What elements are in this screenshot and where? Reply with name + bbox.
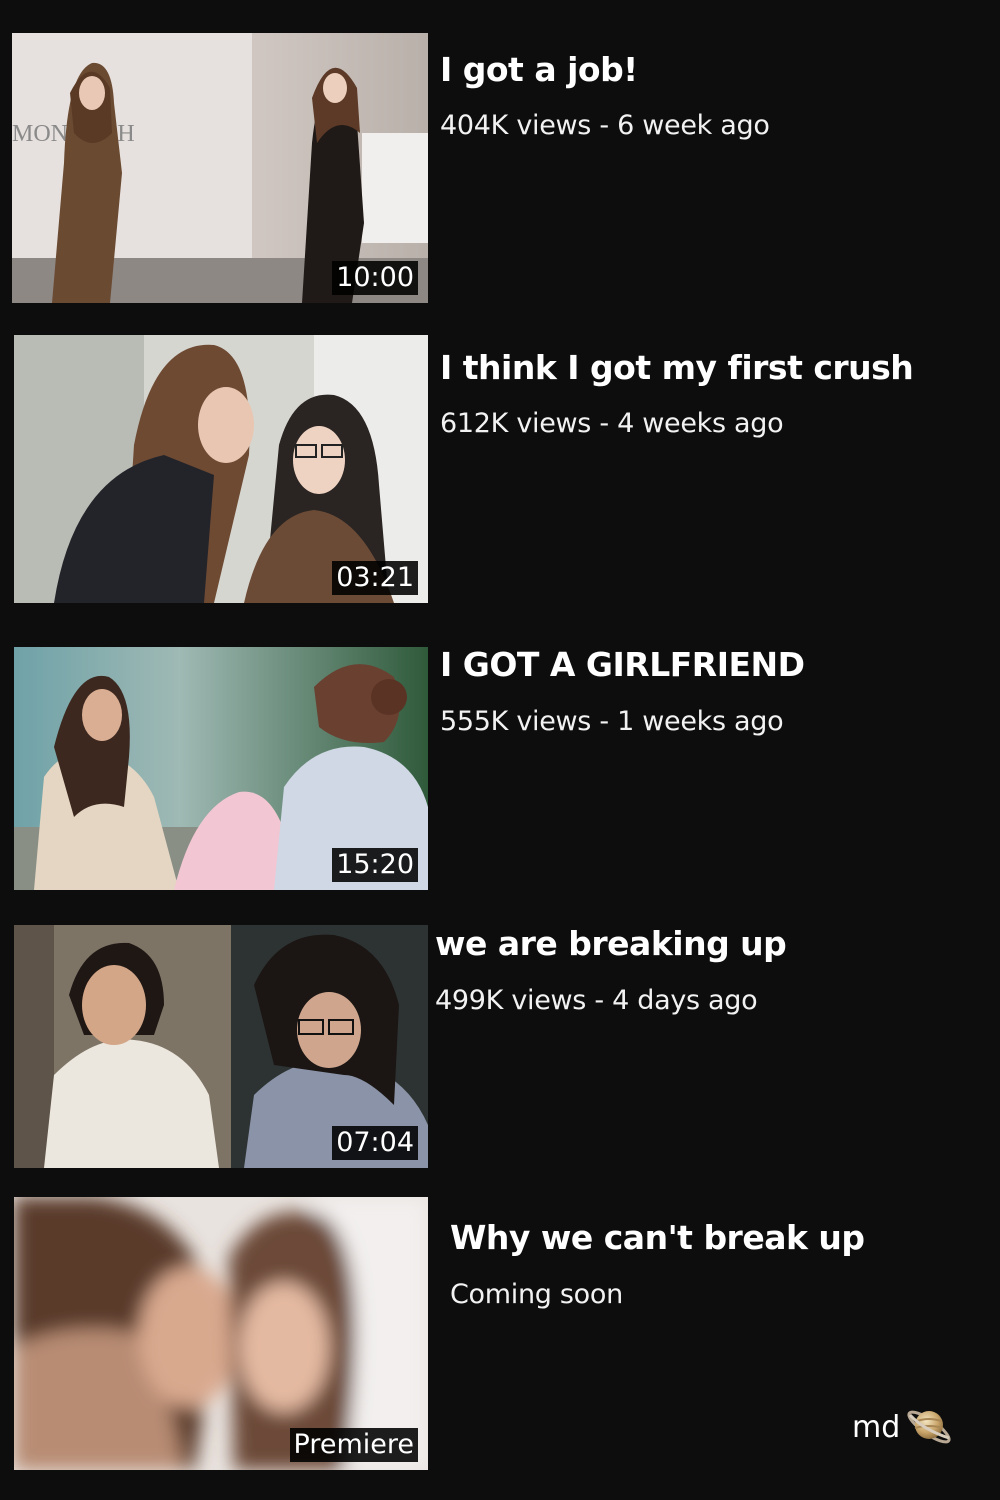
video-meta: 499K views - 4 days ago	[435, 985, 758, 1016]
video-thumbnail[interactable]: 03:21	[14, 335, 428, 603]
video-thumbnail[interactable]: 07:04	[14, 925, 428, 1168]
video-thumbnail[interactable]: Premiere	[14, 1197, 428, 1470]
video-meta: Coming soon	[450, 1279, 623, 1310]
video-meta: 612K views - 4 weeks ago	[440, 408, 784, 439]
duration-badge: 07:04	[332, 1126, 418, 1160]
video-title[interactable]: Why we can't break up	[450, 1218, 865, 1257]
watermark-text: md	[852, 1410, 901, 1445]
watermark: md	[852, 1400, 954, 1455]
video-title[interactable]: I think I got my first crush	[440, 348, 914, 387]
video-title[interactable]: I got a job!	[440, 50, 638, 89]
duration-badge: 15:20	[332, 848, 418, 882]
video-meta: 404K views - 6 week ago	[440, 110, 770, 141]
video-title[interactable]: we are breaking up	[435, 924, 787, 963]
video-thumbnail[interactable]: MONARCH HOTEL 10:00	[12, 33, 428, 303]
duration-badge: 10:00	[332, 261, 418, 295]
video-title[interactable]: I GOT A GIRLFRIEND	[440, 645, 805, 684]
premiere-badge: Premiere	[289, 1428, 418, 1462]
video-thumbnail[interactable]: 15:20	[14, 647, 428, 890]
duration-badge: 03:21	[332, 561, 418, 595]
saturn-icon	[904, 1400, 954, 1455]
video-meta: 555K views - 1 weeks ago	[440, 706, 784, 737]
